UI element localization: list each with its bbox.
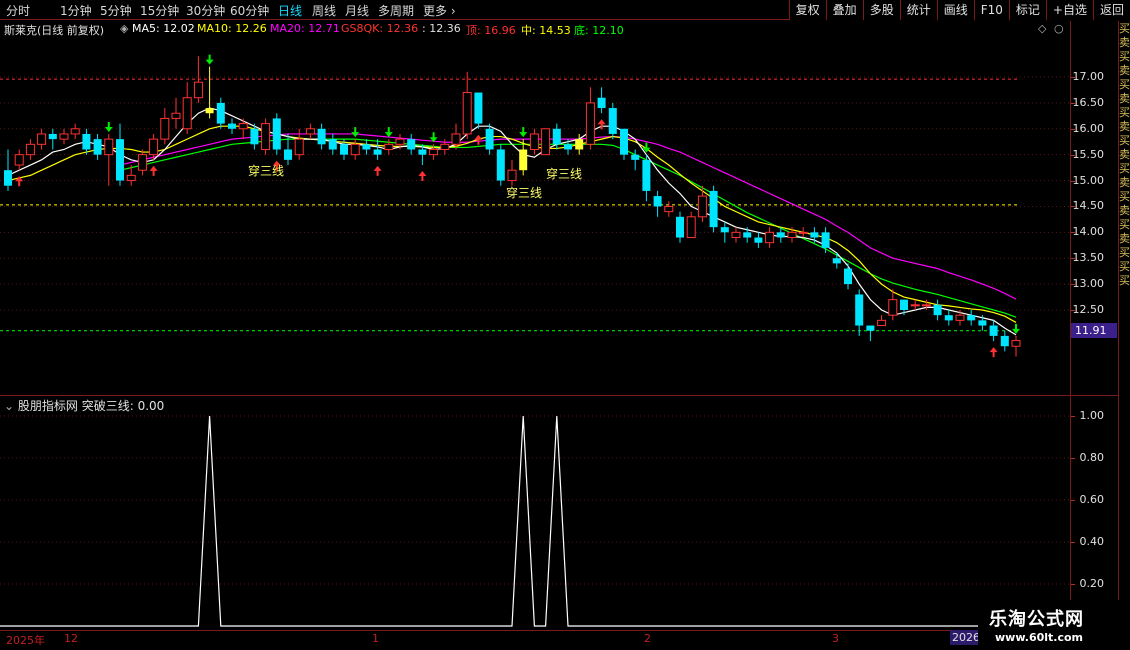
xaxis-month-12: 12 bbox=[64, 632, 78, 645]
xaxis-month-3: 3 bbox=[832, 632, 839, 645]
indicator-axis-tick bbox=[1071, 416, 1075, 417]
watermark-title: 乐淘公式网 bbox=[989, 609, 1084, 630]
watermark: 乐淘公式网 www.60lt.com bbox=[978, 600, 1119, 650]
xaxis-year-label: 2025年 bbox=[6, 634, 45, 647]
indicator-axis-tick bbox=[1071, 500, 1075, 501]
indicator-axis-label: 0.60 bbox=[1079, 493, 1105, 506]
indicator-axis-label: 0.40 bbox=[1079, 535, 1105, 548]
indicator-axis-tick bbox=[1071, 584, 1075, 585]
indicator-axis: 1.00 0.80 0.60 0.40 0.20 bbox=[0, 0, 1118, 630]
indicator-axis-label: 0.80 bbox=[1079, 451, 1105, 464]
indicator-axis-tick bbox=[1071, 542, 1075, 543]
xaxis-month-2: 2 bbox=[644, 632, 651, 645]
xaxis-month-1: 1 bbox=[372, 632, 379, 645]
indicator-axis-tick bbox=[1071, 458, 1075, 459]
date-axis: 2025年 12 1 2 3 bbox=[0, 630, 1070, 650]
indicator-axis-label: 0.20 bbox=[1079, 577, 1105, 590]
watermark-url: www.60lt.com bbox=[995, 631, 1084, 644]
year-badge: 2026 bbox=[950, 630, 980, 645]
side-signal-strip: 买卖买卖买卖买卖买卖买卖买卖买卖买买买 bbox=[1119, 22, 1130, 650]
indicator-axis-label: 1.00 bbox=[1079, 409, 1105, 422]
